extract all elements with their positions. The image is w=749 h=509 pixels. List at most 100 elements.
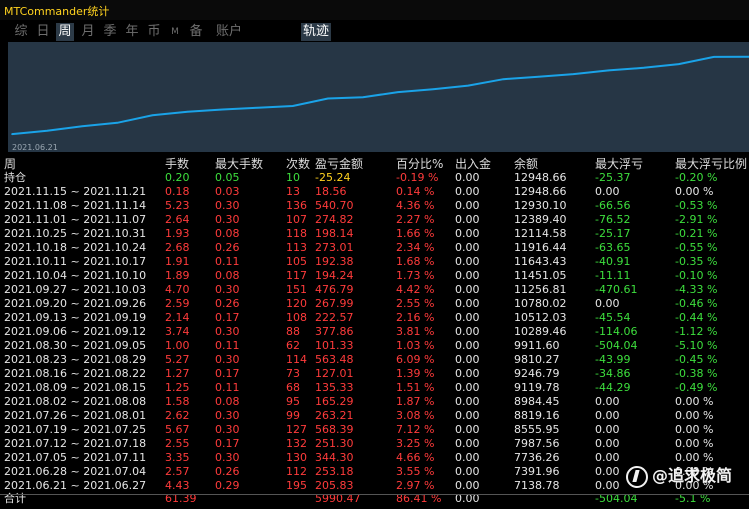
table-cell: 205.83 bbox=[315, 479, 354, 492]
row-date-range: 2021.06.21 ~ 2021.06.27 bbox=[4, 479, 147, 492]
table-cell: 1.73 % bbox=[396, 269, 435, 282]
table-cell: -0.10 % bbox=[675, 269, 718, 282]
column-header[interactable]: 周 bbox=[4, 157, 16, 171]
table-cell: 0.00 bbox=[595, 395, 620, 408]
table-cell: 2.62 bbox=[165, 409, 190, 422]
equity-point bbox=[432, 88, 434, 90]
table-cell: 0.14 % bbox=[396, 185, 435, 198]
table-cell: 0.30 bbox=[215, 283, 240, 296]
table-cell: -504.04 bbox=[595, 339, 638, 352]
table-header-row: 周 手数 最大手数 次数 盈亏金额 百分比% 出入金 余额 最大浮亏 最大浮亏比例 bbox=[0, 157, 749, 171]
position-row[interactable]: 持仓 0.20 0.05 10 -25.24 -0.19 % 0.00 12948.66 -25… bbox=[0, 171, 749, 185]
column-header[interactable]: 出入金 bbox=[455, 157, 491, 171]
tab-notes[interactable]: 备 bbox=[188, 23, 204, 41]
row-date-range: 2021.07.26 ~ 2021.08.01 bbox=[4, 409, 147, 422]
tab-quarterly[interactable]: 季 bbox=[102, 23, 118, 41]
table-cell: 7.12 % bbox=[396, 423, 435, 436]
row-date-range: 2021.06.28 ~ 2021.07.04 bbox=[4, 465, 147, 478]
table-cell: 0.00 bbox=[455, 255, 480, 268]
table-cell: -0.20 % bbox=[675, 171, 718, 184]
tab-summary[interactable]: 综 bbox=[13, 23, 29, 41]
table-row[interactable]: 2021.07.26 ~ 2021.08.01 2.62 0.30 99 263.21 3… bbox=[0, 409, 749, 423]
column-header[interactable]: 最大浮亏 bbox=[595, 157, 643, 171]
row-date-range: 2021.08.09 ~ 2021.08.15 bbox=[4, 381, 147, 394]
table-cell: 0.00 bbox=[595, 479, 620, 492]
equity-point bbox=[607, 69, 610, 72]
table-cell: 127.01 bbox=[315, 367, 354, 380]
tab-trajectory[interactable]: 轨迹 bbox=[301, 23, 331, 41]
table-row[interactable]: 2021.09.06 ~ 2021.09.12 3.74 0.30 88 377.86 3… bbox=[0, 325, 749, 339]
tab-yearly[interactable]: 年 bbox=[124, 23, 140, 41]
table-cell: 9810.27 bbox=[514, 353, 560, 366]
table-row[interactable]: 2021.11.08 ~ 2021.11.14 5.23 0.30 136 540.70… bbox=[0, 199, 749, 213]
table-row[interactable]: 2021.08.09 ~ 2021.08.15 1.25 0.11 68 135.33 1… bbox=[0, 381, 749, 395]
table-cell: 7138.78 bbox=[514, 479, 560, 492]
column-header[interactable]: 手数 bbox=[165, 157, 189, 171]
table-row[interactable]: 2021.08.02 ~ 2021.08.08 1.58 0.08 95 165.29 1… bbox=[0, 395, 749, 409]
row-date-range: 2021.10.11 ~ 2021.10.17 bbox=[4, 255, 147, 268]
tab-daily[interactable]: 日 bbox=[35, 23, 51, 41]
table-cell: 198.14 bbox=[315, 227, 354, 240]
table-cell: 0.00 bbox=[455, 297, 480, 310]
table-cell: 130 bbox=[286, 451, 307, 464]
tab-monthly[interactable]: 月 bbox=[80, 23, 96, 41]
table-row[interactable]: 2021.09.20 ~ 2021.09.26 2.59 0.26 120 267.99… bbox=[0, 297, 749, 311]
table-cell: 11451.05 bbox=[514, 269, 567, 282]
table-row[interactable]: 2021.08.16 ~ 2021.08.22 1.27 0.17 73 127.01 1… bbox=[0, 367, 749, 381]
table-row[interactable]: 2021.08.23 ~ 2021.08.29 5.27 0.30 114 563.48… bbox=[0, 353, 749, 367]
equity-point bbox=[397, 91, 399, 93]
tab-magic[interactable]: M bbox=[168, 23, 182, 41]
table-row[interactable]: 2021.11.15 ~ 2021.11.21 0.18 0.03 13 18.56 0.… bbox=[0, 185, 749, 199]
table-cell: 0.08 bbox=[215, 227, 240, 240]
column-header[interactable]: 最大浮亏比例 bbox=[675, 157, 747, 171]
table-cell: 10512.03 bbox=[514, 311, 567, 324]
column-header[interactable]: 百分比% bbox=[396, 157, 443, 171]
table-cell: 7736.26 bbox=[514, 451, 560, 464]
watermark-text: @追求极简 bbox=[652, 466, 733, 485]
table-cell: 165.29 bbox=[315, 395, 354, 408]
table-cell: 0.11 bbox=[215, 381, 240, 394]
table-cell: 0.26 bbox=[215, 241, 240, 254]
column-header[interactable]: 盈亏金额 bbox=[315, 157, 363, 171]
table-row[interactable]: 2021.07.12 ~ 2021.07.18 2.55 0.17 132 251.30… bbox=[0, 437, 749, 451]
row-date-range: 2021.07.19 ~ 2021.07.25 bbox=[4, 423, 147, 436]
table-cell: 263.21 bbox=[315, 409, 354, 422]
table-row[interactable]: 2021.10.11 ~ 2021.10.17 1.91 0.11 105 192.38… bbox=[0, 255, 749, 269]
table-cell: 222.57 bbox=[315, 311, 354, 324]
table-row[interactable]: 2021.11.01 ~ 2021.11.07 2.64 0.30 107 274.82… bbox=[0, 213, 749, 227]
table-cell: 0.00 bbox=[595, 423, 620, 436]
table-row[interactable]: 2021.09.13 ~ 2021.09.19 2.14 0.17 108 222.57… bbox=[0, 311, 749, 325]
table-cell: 114 bbox=[286, 353, 307, 366]
table-cell: 11916.44 bbox=[514, 241, 567, 254]
table-cell: 107 bbox=[286, 213, 307, 226]
table-cell: 0.00 bbox=[455, 213, 480, 226]
table-cell: 251.30 bbox=[315, 437, 354, 450]
table-cell: 0.03 bbox=[215, 185, 240, 198]
table-cell: 2.27 % bbox=[396, 213, 435, 226]
table-row[interactable]: 2021.10.25 ~ 2021.10.31 1.93 0.08 118 198.14… bbox=[0, 227, 749, 241]
column-header[interactable]: 余额 bbox=[514, 157, 538, 171]
table-cell: -5.10 % bbox=[675, 339, 718, 352]
table-row[interactable]: 2021.08.30 ~ 2021.09.05 1.00 0.11 62 101.33 1… bbox=[0, 339, 749, 353]
table-cell: 4.42 % bbox=[396, 283, 435, 296]
table-cell: 0.30 bbox=[215, 325, 240, 338]
column-header[interactable]: 次数 bbox=[286, 157, 310, 171]
table-row[interactable]: 2021.09.27 ~ 2021.10.03 4.70 0.30 151 476.79… bbox=[0, 283, 749, 297]
tab-account[interactable]: 账户 bbox=[215, 23, 243, 41]
tab-currency[interactable]: 币 bbox=[146, 23, 162, 41]
table-cell: 135.33 bbox=[315, 381, 354, 394]
column-header[interactable]: 最大手数 bbox=[215, 157, 263, 171]
table-cell: 62 bbox=[286, 339, 300, 352]
table-row[interactable]: 2021.10.04 ~ 2021.10.10 1.89 0.08 117 194.24… bbox=[0, 269, 749, 283]
table-row[interactable]: 2021.10.18 ~ 2021.10.24 2.68 0.26 113 273.01… bbox=[0, 241, 749, 255]
table-cell: 0.00 bbox=[455, 339, 480, 352]
table-cell: 0.30 bbox=[215, 423, 240, 436]
row-date-range: 2021.09.20 ~ 2021.09.26 bbox=[4, 297, 147, 310]
table-cell: 1.89 bbox=[165, 269, 190, 282]
table-cell: -43.99 bbox=[595, 353, 631, 366]
table-row[interactable]: 2021.07.19 ~ 2021.07.25 5.67 0.30 127 568.39… bbox=[0, 423, 749, 437]
equity-point bbox=[292, 105, 294, 107]
table-cell: 2.59 bbox=[165, 297, 190, 310]
watermark-logo-icon bbox=[626, 465, 648, 488]
tab-weekly[interactable]: 周 bbox=[56, 23, 74, 41]
